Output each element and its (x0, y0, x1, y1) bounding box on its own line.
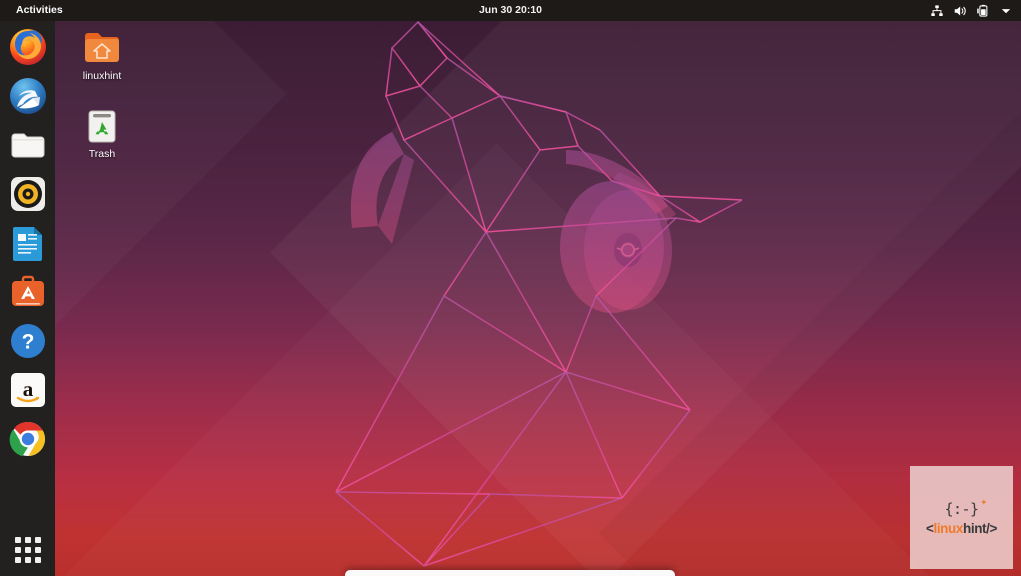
show-applications-button[interactable] (14, 536, 42, 564)
grid-dot (25, 547, 31, 553)
network-icon[interactable] (930, 4, 944, 18)
clock: Jun 30 20:10 (0, 0, 1021, 21)
dock-item-firefox[interactable] (8, 27, 48, 67)
watermark-logo-text: <linuxhint/> (926, 521, 997, 536)
firefox-icon (10, 29, 46, 65)
spark-icon: ✦ (980, 494, 987, 508)
watermark-word-linux: linux (933, 520, 963, 536)
chevron-down-icon[interactable] (999, 4, 1013, 18)
desktop-wallpaper[interactable] (0, 0, 1021, 576)
dock-item-help[interactable]: ? (8, 321, 48, 361)
rhythmbox-icon (11, 177, 45, 211)
grid-dot (15, 537, 21, 543)
desktop-icon-linuxhint[interactable]: linuxhint (65, 26, 139, 83)
partially-hidden-window[interactable] (345, 570, 675, 576)
help-question-icon: ? (11, 324, 45, 358)
dock-item-amazon[interactable]: a (8, 370, 48, 410)
grid-dot (15, 547, 21, 553)
grid-dot (35, 537, 41, 543)
watermark-bracket-close: /> (986, 520, 997, 536)
system-tray (930, 0, 1013, 21)
watermark-word-hint: hint (963, 520, 987, 536)
libreoffice-writer-icon (13, 227, 42, 261)
thunderbird-icon (10, 78, 46, 114)
grid-dot (15, 557, 21, 563)
desktop-screen: linuxhint Trash {:-} ✦ <linuxhint/> ? a … (0, 0, 1021, 576)
smiley-face-icon: {:-} ✦ (944, 494, 987, 518)
linuxhint-watermark: {:-} ✦ <linuxhint/> (910, 466, 1013, 569)
dock-item-thunderbird[interactable] (8, 76, 48, 116)
grid-dot (25, 537, 31, 543)
dock-item-ubuntu-software[interactable] (8, 272, 48, 312)
trash-recycle-icon (65, 104, 139, 146)
dock-item-libreoffice-writer[interactable] (8, 223, 48, 263)
top-bar: Activities Jun 30 20:10 (0, 0, 1021, 21)
dock-item-files[interactable] (8, 125, 48, 165)
svg-text:a: a (23, 377, 34, 401)
amazon-icon: a (11, 373, 45, 407)
wallpaper-mascot-art (335, 20, 743, 567)
grid-dot (35, 547, 41, 553)
files-folder-icon (11, 133, 45, 158)
grid-dot (25, 557, 31, 563)
svg-text:?: ? (22, 331, 35, 354)
dock-item-rhythmbox[interactable] (8, 174, 48, 214)
desktop-icon-label: Trash (88, 148, 116, 160)
desktop-icon-trash[interactable]: Trash (65, 104, 139, 161)
chrome-icon (9, 421, 45, 457)
volume-icon[interactable] (953, 4, 967, 18)
dock-item-chrome[interactable] (8, 419, 48, 459)
ubuntu-software-icon (12, 275, 44, 306)
dock: ? a (0, 21, 55, 576)
activities-button[interactable]: Activities (10, 0, 69, 21)
battery-icon[interactable] (976, 4, 990, 18)
home-folder-icon (65, 26, 139, 68)
desktop-icon-label: linuxhint (82, 70, 122, 82)
grid-dot (35, 557, 41, 563)
clock-label[interactable]: Jun 30 20:10 (479, 4, 542, 16)
